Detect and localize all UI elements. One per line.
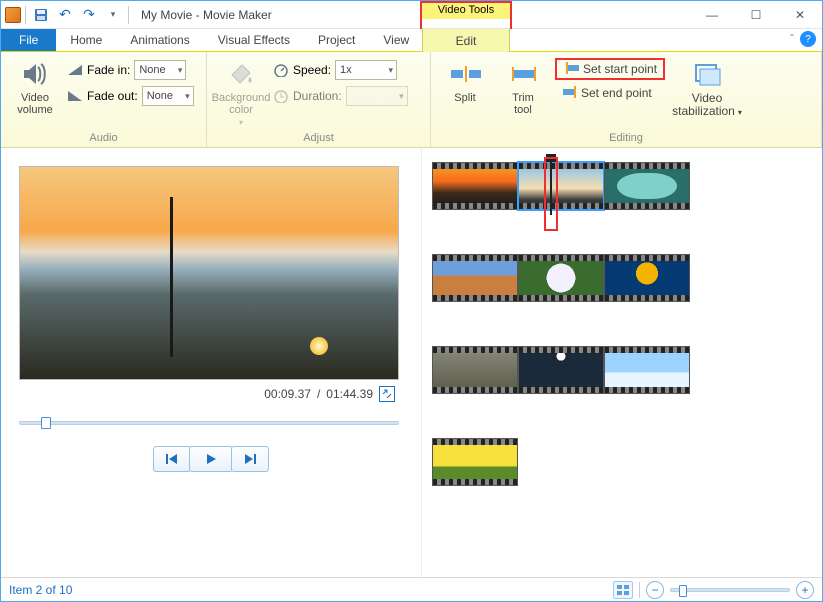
fade-in-label: Fade in: <box>87 63 130 77</box>
set-start-icon <box>563 62 579 76</box>
fade-out-combo[interactable]: None <box>142 86 194 106</box>
set-end-icon <box>561 86 577 100</box>
split-icon <box>449 58 481 90</box>
speaker-icon <box>19 58 51 90</box>
ribbon-tabs: File Home Animations Visual Effects Proj… <box>1 29 822 52</box>
window-title: My Movie - Movie Maker <box>141 8 272 22</box>
timeline-clip-selected[interactable] <box>518 162 604 210</box>
timeline-clip[interactable] <box>604 254 690 302</box>
timeline-clip[interactable] <box>432 254 518 302</box>
paint-bucket-icon <box>225 58 257 90</box>
set-start-point-button[interactable]: Set start point <box>555 58 665 80</box>
preview-seek-slider[interactable] <box>19 412 399 432</box>
duration-icon <box>273 88 289 104</box>
group-audio-label: Audio <box>1 132 206 147</box>
play-button[interactable] <box>189 446 233 472</box>
speed-icon <box>273 62 289 78</box>
next-frame-button[interactable] <box>231 446 269 472</box>
fullscreen-button[interactable] <box>379 386 395 402</box>
timeline-row <box>432 162 808 210</box>
thumbnail-view-button[interactable] <box>613 581 633 599</box>
ribbon: Video volume Fade in: None Fade out: Non… <box>1 52 822 148</box>
window-close-button[interactable]: ✕ <box>778 1 822 29</box>
tab-view[interactable]: View <box>369 29 423 51</box>
timeline-clip[interactable] <box>518 254 604 302</box>
qat-save-button[interactable] <box>30 4 52 26</box>
window-maximize-button[interactable]: ☐ <box>734 1 778 29</box>
seek-thumb[interactable] <box>41 417 51 429</box>
set-end-point-button[interactable]: Set end point <box>555 82 665 104</box>
tab-edit[interactable]: Edit <box>422 29 510 52</box>
video-volume-button[interactable]: Video volume <box>9 56 61 116</box>
background-color-button[interactable]: Background color ▾ <box>215 56 267 127</box>
ribbon-collapse-button[interactable]: ˆ <box>790 32 794 46</box>
trim-icon <box>507 58 539 90</box>
preview-pane: 00:09.37/01:44.39 <box>1 148 421 577</box>
content-area: 00:09.37/01:44.39 <box>1 148 822 577</box>
window-minimize-button[interactable]: — <box>690 1 734 29</box>
fade-in-combo[interactable]: None <box>134 60 186 80</box>
zoom-out-button[interactable]: − <box>646 581 664 599</box>
timeline-clip[interactable] <box>432 162 518 210</box>
fade-in-icon <box>67 62 83 78</box>
status-bar: Item 2 of 10 − + <box>1 577 822 601</box>
tab-file[interactable]: File <box>1 29 56 51</box>
tab-visual-effects[interactable]: Visual Effects <box>204 29 304 51</box>
duration-label: Duration: <box>293 89 342 103</box>
zoom-in-button[interactable]: + <box>796 581 814 599</box>
speed-combo[interactable]: 1x <box>335 60 397 80</box>
timeline-clip[interactable] <box>432 346 518 394</box>
zoom-slider[interactable] <box>670 588 790 592</box>
playhead-line[interactable] <box>550 159 552 215</box>
app-icon <box>5 7 21 23</box>
timeline-clip[interactable] <box>604 162 690 210</box>
qat-undo-button[interactable]: ↶ <box>54 4 76 26</box>
zoom-thumb[interactable] <box>679 585 687 597</box>
split-button[interactable]: Split <box>439 56 491 104</box>
trim-tool-button[interactable]: Trim tool <box>497 56 549 116</box>
status-item-text: Item 2 of 10 <box>9 583 72 597</box>
fade-out-label: Fade out: <box>87 89 138 103</box>
timeline-row <box>432 438 808 486</box>
qat-customize-button[interactable]: ▾ <box>102 4 124 26</box>
timecode-current: 00:09.37 <box>264 387 311 401</box>
context-tab-header: Video Tools <box>422 1 510 19</box>
timeline-clip[interactable] <box>518 346 604 394</box>
tab-project[interactable]: Project <box>304 29 369 51</box>
video-stabilization-button[interactable]: Video stabilization ▾ <box>671 56 743 119</box>
qat-redo-button[interactable]: ↷ <box>78 4 100 26</box>
title-bar: ↶ ↷ ▾ My Movie - Movie Maker Video Tools… <box>1 1 822 29</box>
timeline-clip[interactable] <box>604 346 690 394</box>
fade-out-icon <box>67 88 83 104</box>
prev-frame-button[interactable] <box>153 446 191 472</box>
group-adjust-label: Adjust <box>207 132 430 147</box>
duration-combo <box>346 86 408 106</box>
help-button[interactable]: ? <box>800 31 816 47</box>
tab-animations[interactable]: Animations <box>116 29 203 51</box>
group-editing-label: Editing <box>431 132 821 147</box>
timeline-row <box>432 346 808 394</box>
stabilize-icon <box>691 58 723 90</box>
timeline-pane[interactable] <box>421 148 822 577</box>
speed-label: Speed: <box>293 63 331 77</box>
timeline-row <box>432 254 808 302</box>
timeline-clip[interactable] <box>432 438 518 486</box>
preview-monitor[interactable] <box>19 166 399 380</box>
timecode-total: 01:44.39 <box>326 387 373 401</box>
tab-home[interactable]: Home <box>56 29 116 51</box>
